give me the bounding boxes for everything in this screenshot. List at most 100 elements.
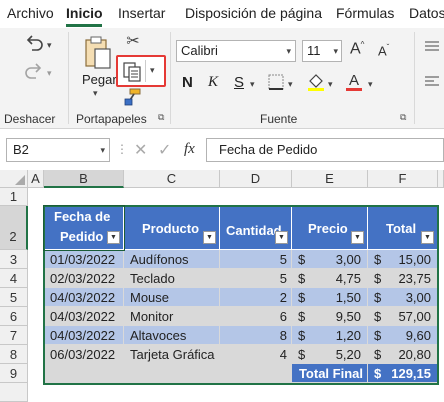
table-cell-price[interactable]: $1,20 — [292, 326, 368, 345]
borders-icon[interactable] — [268, 74, 284, 90]
total-value-cell[interactable]: $ 129,15 — [368, 364, 438, 383]
table-cell-price[interactable]: $3,00 — [292, 250, 368, 269]
grow-font-icon[interactable]: A^ — [350, 40, 372, 62]
dialog-launcher-icon[interactable]: ⧉ — [158, 112, 164, 123]
paste-icon[interactable] — [84, 36, 112, 70]
row-header-2[interactable]: 2 — [0, 206, 28, 250]
column-header-f[interactable]: F — [368, 170, 438, 188]
table-cell-total[interactable]: $23,75 — [368, 269, 438, 288]
underline-dropdown-icon[interactable]: ▾ — [250, 79, 255, 90]
row-header-7[interactable]: 7 — [0, 326, 28, 345]
filter-dropdown-icon[interactable]: ▼ — [421, 231, 434, 244]
underline-button[interactable]: S — [234, 74, 244, 91]
table-header-total[interactable]: Total ▼ — [368, 206, 438, 250]
bold-button[interactable]: N — [182, 74, 193, 91]
borders-dropdown-icon[interactable]: ▾ — [288, 79, 293, 90]
cut-icon[interactable]: ✂ — [124, 34, 142, 52]
font-size-dropdown-icon[interactable]: ▾ — [333, 46, 338, 57]
table-cell-total[interactable]: $3,00 — [368, 288, 438, 307]
table-cell-price[interactable]: $1,50 — [292, 288, 368, 307]
row-header-4[interactable]: 4 — [0, 269, 28, 288]
row-header-6[interactable]: 6 — [0, 307, 28, 326]
format-painter-icon[interactable] — [122, 88, 142, 106]
font-size-box[interactable]: 11 ▾ — [302, 40, 342, 62]
table-cell-qty[interactable]: 8 — [220, 326, 292, 345]
table-cell-qty[interactable]: 2 — [220, 288, 292, 307]
menu-inicio[interactable]: Inicio — [66, 5, 103, 21]
menu-datos[interactable]: Datos — [409, 5, 444, 21]
table-cell-product[interactable]: Altavoces — [124, 326, 220, 345]
table-header-cantidad[interactable]: Cantidad ▼ — [220, 206, 292, 250]
column-header-c[interactable]: C — [124, 170, 220, 188]
row-header-8[interactable]: 8 — [0, 345, 28, 364]
table-cell-qty[interactable]: 6 — [220, 307, 292, 326]
table-cell-date[interactable]: 06/03/2022 — [44, 345, 124, 364]
filter-dropdown-icon[interactable]: ▼ — [351, 231, 364, 244]
align-top-icon[interactable] — [424, 40, 440, 56]
undo-dropdown-icon[interactable]: ▾ — [47, 40, 52, 51]
row-header-1[interactable]: 1 — [0, 188, 28, 206]
name-box-dropdown-icon[interactable]: ▾ — [100, 145, 105, 156]
row-header-10[interactable] — [0, 383, 28, 402]
row-header-5[interactable]: 5 — [0, 288, 28, 307]
table-cell-date[interactable]: 01/03/2022 — [44, 250, 124, 269]
table-cell-total[interactable]: $20,80 — [368, 345, 438, 364]
table-cell-qty[interactable]: 5 — [220, 250, 292, 269]
total-label-cell[interactable]: Total Final — [292, 364, 368, 383]
table-cell-date[interactable]: 04/03/2022 — [44, 326, 124, 345]
table-header-producto[interactable]: Producto ▼ — [124, 206, 220, 250]
italic-button[interactable]: K — [208, 74, 218, 91]
table-header-fecha[interactable]: Fecha de Pedido ▼ — [44, 206, 124, 250]
font-dialog-launcher-icon[interactable]: ⧉ — [400, 112, 406, 123]
table-cell-product[interactable]: Mouse — [124, 288, 220, 307]
paste-dropdown-icon[interactable]: ▾ — [93, 88, 98, 99]
table-cell-total[interactable]: $9,60 — [368, 326, 438, 345]
table-cell-total[interactable]: $15,00 — [368, 250, 438, 269]
column-header-d[interactable]: D — [220, 170, 292, 188]
redo-dropdown-icon[interactable]: ▾ — [47, 68, 52, 79]
table-cell-total[interactable]: $57,00 — [368, 307, 438, 326]
table-cell-product[interactable]: Monitor — [124, 307, 220, 326]
undo-icon[interactable] — [22, 34, 46, 54]
column-header-b[interactable]: B — [44, 170, 124, 188]
align-left-icon[interactable] — [424, 74, 440, 90]
fill-color-icon[interactable] — [306, 72, 326, 92]
insert-function-icon[interactable]: fx — [184, 141, 195, 158]
font-color-dropdown-icon[interactable]: ▾ — [368, 79, 373, 90]
table-cell-price[interactable]: $5,20 — [292, 345, 368, 364]
table-cell-price[interactable]: $9,50 — [292, 307, 368, 326]
menu-insertar[interactable]: Insertar — [118, 5, 165, 21]
menu-formulas[interactable]: Fórmulas — [336, 5, 394, 21]
redo-icon[interactable] — [22, 62, 46, 82]
font-name-dropdown-icon[interactable]: ▾ — [286, 46, 291, 57]
enter-icon[interactable]: ✓ — [158, 140, 171, 160]
table-cell-product[interactable]: Audífonos — [124, 250, 220, 269]
table-cell-qty[interactable]: 4 — [220, 345, 292, 364]
total-row-empty[interactable] — [44, 364, 292, 383]
select-all-corner[interactable] — [0, 170, 28, 188]
filter-dropdown-icon[interactable]: ▼ — [203, 231, 216, 244]
filter-dropdown-icon[interactable]: ▼ — [107, 231, 120, 244]
table-cell-date[interactable]: 02/03/2022 — [44, 269, 124, 288]
row-header-9[interactable]: 9 — [0, 364, 28, 383]
table-cell-date[interactable]: 04/03/2022 — [44, 307, 124, 326]
filter-dropdown-icon[interactable]: ▼ — [275, 231, 288, 244]
table-cell-product[interactable]: Tarjeta Gráfica — [124, 345, 220, 364]
copy-button-highlighted[interactable]: ▾ — [116, 55, 166, 87]
copy-icon[interactable] — [122, 61, 144, 83]
paste-label[interactable]: Pegar — [82, 72, 117, 87]
column-header-e[interactable]: E — [292, 170, 368, 188]
menu-archivo[interactable]: Archivo — [7, 5, 54, 21]
table-cell-product[interactable]: Teclado — [124, 269, 220, 288]
table-cell-price[interactable]: $4,75 — [292, 269, 368, 288]
fill-color-dropdown-icon[interactable]: ▾ — [328, 79, 333, 90]
name-box[interactable]: B2 ▾ — [6, 138, 110, 162]
formula-input[interactable]: Fecha de Pedido — [206, 138, 444, 162]
column-header-g[interactable] — [438, 170, 444, 188]
cancel-icon[interactable]: ✕ — [134, 140, 147, 160]
font-color-icon[interactable]: A — [344, 72, 364, 92]
row-header-3[interactable]: 3 — [0, 250, 28, 269]
table-cell-qty[interactable]: 5 — [220, 269, 292, 288]
copy-dropdown-icon[interactable]: ▾ — [150, 65, 155, 76]
column-header-a[interactable]: A — [28, 170, 44, 188]
